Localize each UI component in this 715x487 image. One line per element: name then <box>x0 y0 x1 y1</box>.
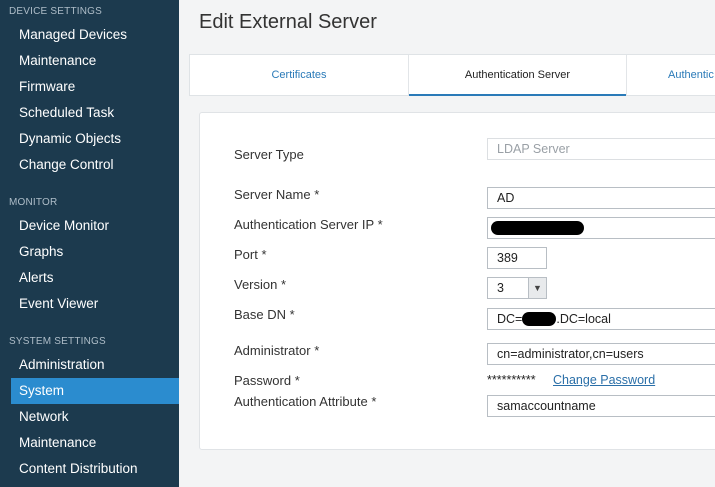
administrator-input[interactable]: cn=administrator,cn=users <box>487 343 715 365</box>
base-dn-label: Base DN * <box>234 307 295 322</box>
sidebar-item-firmware[interactable]: Firmware <box>19 79 75 94</box>
version-value: 3 <box>497 281 504 295</box>
chevron-down-icon[interactable]: ▼ <box>528 278 546 298</box>
sidebar: DEVICE SETTINGS Managed Devices Maintena… <box>0 0 179 487</box>
base-dn-suffix: .DC=local <box>556 312 611 326</box>
redaction-mark <box>491 221 584 235</box>
server-type-field: LDAP Server <box>487 138 715 160</box>
section-heading-system-settings: SYSTEM SETTINGS <box>9 336 106 347</box>
tab-authentication-server[interactable]: Authentication Server <box>409 55 626 96</box>
auth-server-ip-label: Authentication Server IP * <box>234 217 383 232</box>
sidebar-item-network[interactable]: Network <box>19 409 69 424</box>
redaction-mark <box>522 311 557 326</box>
server-type-label: Server Type <box>234 147 304 162</box>
sidebar-item-event-viewer[interactable]: Event Viewer <box>19 296 98 311</box>
administrator-label: Administrator * <box>234 343 320 358</box>
sidebar-item-maintenance-system[interactable]: Maintenance <box>19 435 96 450</box>
main-content: Edit External Server Certificates Authen… <box>179 0 715 487</box>
sidebar-item-content-distribution[interactable]: Content Distribution <box>19 461 138 476</box>
sidebar-item-dynamic-objects[interactable]: Dynamic Objects <box>19 131 121 146</box>
section-heading-monitor: MONITOR <box>9 197 58 208</box>
tab-certificates[interactable]: Certificates <box>190 55 408 96</box>
sidebar-item-managed-devices[interactable]: Managed Devices <box>19 27 127 42</box>
sidebar-item-alerts[interactable]: Alerts <box>19 270 54 285</box>
password-label: Password * <box>234 373 300 388</box>
tab-authentic[interactable]: Authentic <box>627 55 715 96</box>
password-mask: ********** <box>487 373 536 387</box>
sidebar-item-system[interactable]: System <box>19 383 64 398</box>
auth-server-ip-input[interactable] <box>487 217 715 239</box>
version-label: Version * <box>234 277 287 292</box>
sidebar-item-graphs[interactable]: Graphs <box>19 244 63 259</box>
auth-attribute-label: Authentication Attribute * <box>234 394 377 409</box>
base-dn-prefix: DC= <box>497 312 523 326</box>
sidebar-item-device-monitor[interactable]: Device Monitor <box>19 218 109 233</box>
sidebar-item-scheduled-task[interactable]: Scheduled Task <box>19 105 114 120</box>
server-name-input[interactable]: AD <box>487 187 715 209</box>
section-heading-device-settings: DEVICE SETTINGS <box>9 6 103 17</box>
form-panel: Server Type LDAP Server Server Name * AD… <box>199 112 715 450</box>
sidebar-item-administration[interactable]: Administration <box>19 357 105 372</box>
tab-bar: Certificates Authentication Server Authe… <box>189 54 715 96</box>
server-name-label: Server Name * <box>234 187 320 202</box>
base-dn-input[interactable]: DC= .DC=local <box>487 308 715 330</box>
port-input[interactable]: 389 <box>487 247 547 269</box>
version-select[interactable]: 3 ▼ <box>487 277 547 299</box>
sidebar-item-change-control[interactable]: Change Control <box>19 157 114 172</box>
change-password-link[interactable]: Change Password <box>553 373 655 387</box>
port-label: Port * <box>234 247 267 262</box>
sidebar-item-maintenance[interactable]: Maintenance <box>19 53 96 68</box>
page-title: Edit External Server <box>199 11 377 33</box>
auth-attribute-input[interactable]: samaccountname <box>487 395 715 417</box>
